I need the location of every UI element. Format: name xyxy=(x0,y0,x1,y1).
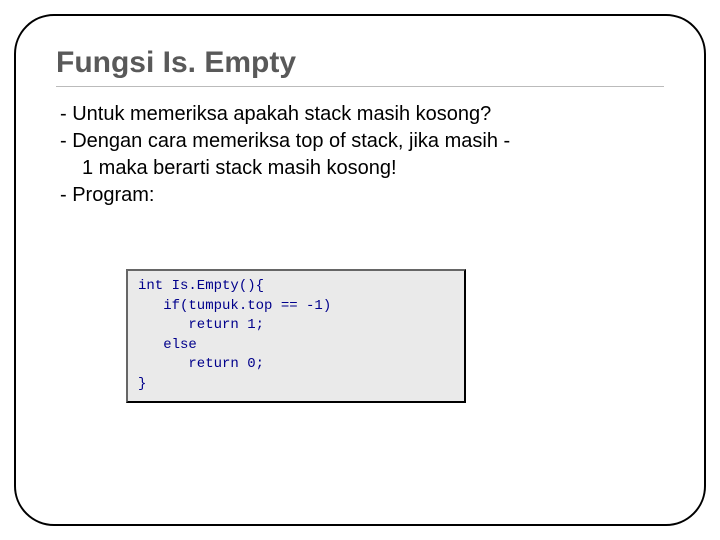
code-line-4: else xyxy=(138,337,197,353)
code-line-1: int Is.Empty(){ xyxy=(138,278,264,294)
bullet-2-line2: 1 maka berarti stack masih kosong! xyxy=(60,155,664,182)
bullet-3: - Program: xyxy=(60,182,664,209)
bullet-list: - Untuk memeriksa apakah stack masih kos… xyxy=(60,101,664,209)
slide-frame: Fungsi Is. Empty - Untuk memeriksa apaka… xyxy=(14,14,706,526)
code-line-5: return 0; xyxy=(138,356,264,372)
code-line-6: } xyxy=(138,376,146,392)
code-line-3: return 1; xyxy=(138,317,264,333)
code-snippet: int Is.Empty(){ if(tumpuk.top == -1) ret… xyxy=(126,269,466,403)
bullet-1: - Untuk memeriksa apakah stack masih kos… xyxy=(60,101,664,128)
code-line-2: if(tumpuk.top == -1) xyxy=(138,298,331,314)
title-divider xyxy=(56,86,664,87)
bullet-2-line1: - Dengan cara memeriksa top of stack, ji… xyxy=(60,128,664,155)
slide-title: Fungsi Is. Empty xyxy=(56,46,664,80)
